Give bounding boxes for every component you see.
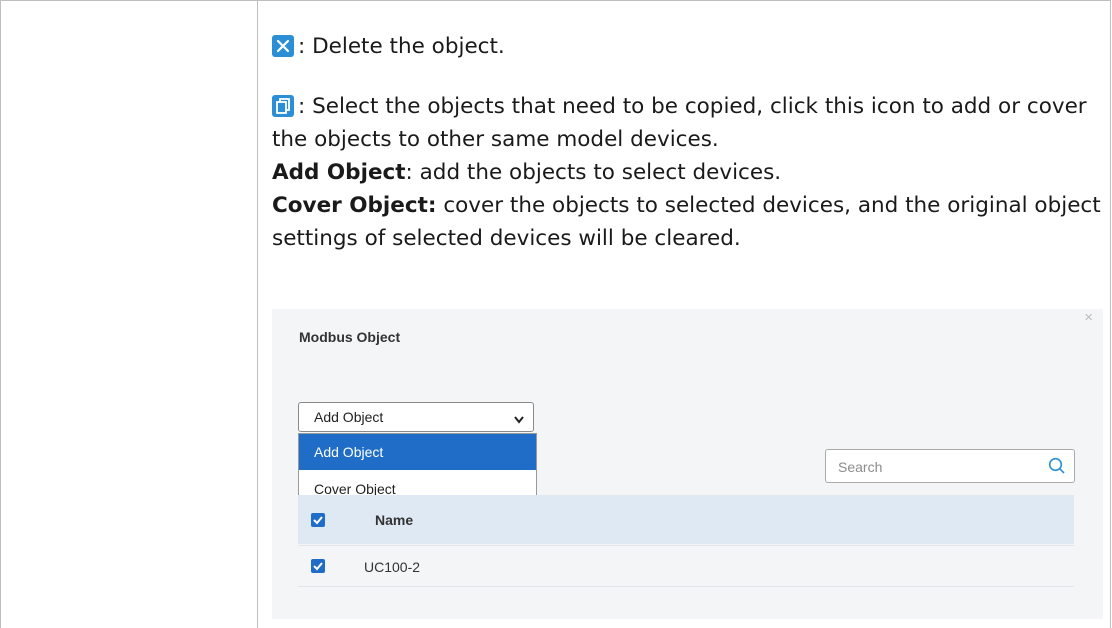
object-mode-select[interactable]: Add Object [298,402,534,432]
chevron-down-icon [513,412,525,428]
table-column-divider [257,0,258,628]
delete-description-text: : Delete the object. [298,34,505,59]
search-input[interactable] [836,456,1040,478]
search-icon[interactable] [1048,457,1066,480]
copy-description: : Select the objects that need to be cop… [272,90,1102,255]
select-all-checkbox[interactable] [311,513,325,527]
add-object-label: Add Object [272,160,406,185]
copy-description-text: : Select the objects that need to be cop… [272,94,1087,152]
close-icon[interactable]: × [1084,309,1093,326]
table-header: Name [298,495,1074,544]
name-column-header[interactable]: Name [375,512,413,528]
table-right-border [1110,0,1111,628]
modbus-object-dialog: Modbus Object × Add Object Add Object Co… [272,309,1103,619]
copy-icon [272,95,294,117]
close-icon [272,35,294,57]
search-box [825,449,1075,483]
option-add-object[interactable]: Add Object [299,434,536,470]
dialog-title: Modbus Object [299,329,401,345]
device-name: UC100-2 [364,559,421,575]
add-object-description: : add the objects to select devices. [405,160,782,185]
table-row[interactable]: UC100-2 [298,545,1074,587]
cover-object-label: Cover Object: [272,193,437,218]
delete-description: : Delete the object. [272,30,505,63]
table-top-border [0,0,1111,1]
table-left-border [0,0,1,628]
select-value: Add Object [314,409,384,425]
row-checkbox[interactable] [311,559,325,573]
